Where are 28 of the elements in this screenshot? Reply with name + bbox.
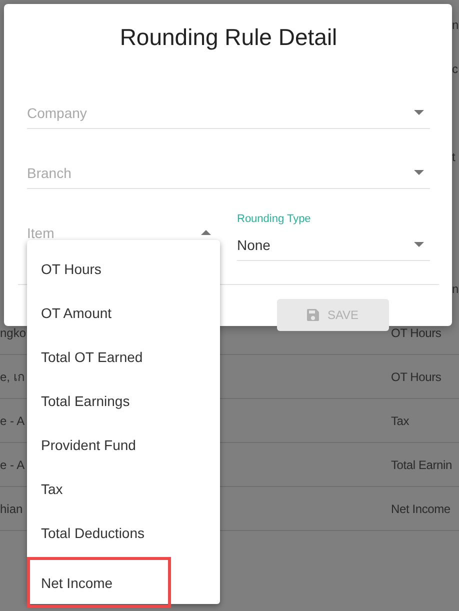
menu-item[interactable]: Tax	[27, 467, 220, 511]
table-cell: Tax	[391, 414, 410, 428]
menu-item[interactable]: Net Income	[27, 557, 171, 608]
dropdown-arrow-icon	[201, 230, 211, 235]
menu-item[interactable]: Total Deductions	[27, 511, 220, 555]
table-cell-text: e, เก	[0, 369, 24, 386]
table-cell: n	[452, 282, 458, 296]
menu-item[interactable]: OT Hours	[27, 247, 220, 291]
table-cell: Total Earnin	[391, 458, 452, 472]
table-cell: OT Hours	[391, 326, 442, 340]
table-cell: hian	[0, 502, 23, 516]
table-cell: c	[452, 62, 458, 76]
dropdown-arrow-icon	[414, 242, 424, 247]
menu-item[interactable]: Provident Fund	[27, 423, 220, 467]
menu-item[interactable]: OT Amount	[27, 291, 220, 335]
menu-item[interactable]: Total OT Earned	[27, 335, 220, 379]
table-cell: OT Hours	[391, 370, 442, 384]
table-cell: t	[452, 150, 456, 164]
dialog-title: Rounding Rule Detail	[118, 24, 338, 51]
dropdown-arrow-icon	[414, 170, 424, 175]
table-cell: Net Income	[391, 502, 450, 516]
table-cell: e - A	[0, 414, 25, 428]
rounding-type-select[interactable]: Rounding Type None	[237, 213, 430, 261]
dropdown-arrow-icon	[414, 110, 424, 115]
table-cell: ngko	[0, 326, 26, 340]
menu-item[interactable]: Total Earnings	[27, 379, 220, 423]
table-cell: n	[452, 18, 458, 32]
table-cell: e - A	[0, 458, 25, 472]
